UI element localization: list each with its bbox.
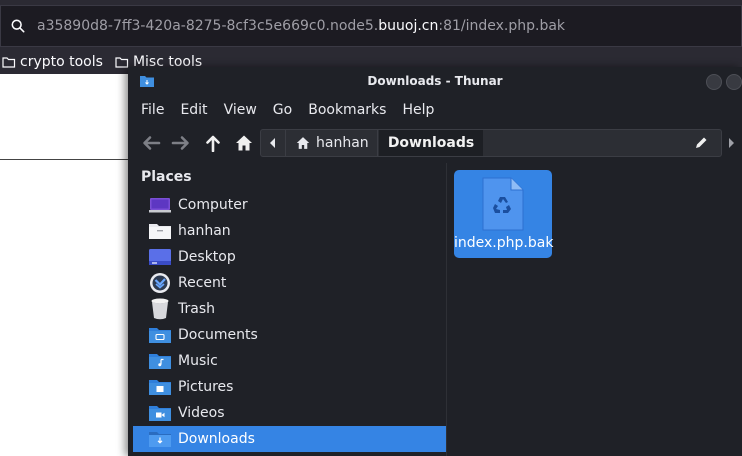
title-bar[interactable]: Downloads - Thunar [128,67,742,97]
downloads-folder-icon [149,428,171,450]
sidebar-item-downloads[interactable]: Downloads [133,426,446,452]
url-domain: buuoj.cn [378,18,439,34]
sidebar-item-music[interactable]: Music [133,348,446,374]
folder-icon [2,57,16,68]
sidebar-item-computer[interactable]: Computer [133,192,446,218]
trash-icon [149,298,171,320]
menu-bookmarks[interactable]: Bookmarks [300,102,394,118]
url-bar[interactable]: a35890d8-7ff3-420a-8275-8cf3c5e669c0.nod… [0,5,742,47]
sidebar-item-label: hanhan [178,223,231,239]
recent-icon [149,272,171,294]
file-view[interactable]: index.php.bak [447,163,742,456]
edit-location-button[interactable] [689,130,713,156]
sidebar-item-documents[interactable]: Documents [133,322,446,348]
home-button[interactable] [233,133,255,153]
url-subdomain: a35890d8-7ff3-420a-8275-8cf3c5e669c0.nod… [37,18,379,34]
sidebar-item-label: Pictures [178,379,234,395]
sidebar-item-desktop[interactable]: Desktop [133,244,446,270]
sidebar-item-pictures[interactable]: Pictures [133,374,446,400]
menu-edit[interactable]: Edit [172,102,215,118]
places-header: Places [141,169,192,185]
url-text[interactable]: a35890d8-7ff3-420a-8275-8cf3c5e669c0.nod… [37,18,565,34]
sidebar-item-label: Computer [178,197,248,213]
home-folder-icon [149,220,171,242]
chevron-right-icon [729,138,734,148]
arrow-left-icon [143,136,161,150]
path-bar: hanhan Downloads [260,129,722,157]
pictures-folder-icon [149,376,171,398]
breadcrumb-current[interactable]: Downloads [379,130,483,156]
bookmark-label: crypto tools [20,54,103,70]
sidebar: Places Computer hanhan Desktop Recent Tr… [133,163,446,456]
arrow-right-icon [171,136,189,150]
pencil-icon [696,137,707,148]
arrow-up-icon [206,135,220,152]
sidebar-item-trash[interactable]: Trash [133,296,446,322]
breadcrumb-home[interactable]: hanhan [286,130,378,156]
desktop-icon [149,246,171,268]
sidebar-item-label: Desktop [178,249,236,265]
videos-folder-icon [149,402,171,424]
menu-go[interactable]: Go [265,102,300,118]
search-icon [11,19,25,33]
file-item[interactable]: index.php.bak [454,170,554,258]
sidebar-item-label: Music [178,353,218,369]
sidebar-item-label: Downloads [178,431,255,447]
sidebar-item-label: Videos [178,405,225,421]
music-folder-icon [149,350,171,372]
path-scroll-right-button[interactable] [724,133,738,153]
sidebar-item-videos[interactable]: Videos [133,400,446,426]
sidebar-item-label: Trash [178,301,215,317]
sidebar-item-label: Documents [178,327,258,343]
home-icon [236,135,252,151]
breadcrumb-home-label: hanhan [316,135,369,151]
folder-icon [115,57,129,68]
path-scroll-left-button[interactable] [261,130,286,156]
menu-file[interactable]: File [128,102,172,118]
browser-chrome: a35890d8-7ff3-420a-8275-8cf3c5e669c0.nod… [0,0,742,74]
page-divider [0,159,128,160]
toolbar: hanhan Downloads [128,127,742,159]
home-icon [296,137,310,149]
backup-file-icon [482,177,524,231]
minimize-button[interactable] [706,74,722,90]
forward-button[interactable] [170,133,192,153]
up-button[interactable] [202,133,224,153]
sidebar-item-hanhan[interactable]: hanhan [133,218,446,244]
chevron-left-icon [270,138,275,148]
maximize-button[interactable] [726,74,742,90]
menu-bar: File Edit View Go Bookmarks Help [128,97,742,123]
thunar-window: Downloads - Thunar File Edit View Go Boo… [128,67,742,456]
computer-icon [149,194,171,216]
bookmark-folder-crypto-tools[interactable]: crypto tools [2,54,103,70]
sidebar-item-label: Recent [178,275,227,291]
window-title: Downloads - Thunar [367,74,503,88]
back-button[interactable] [140,133,162,153]
menu-help[interactable]: Help [394,102,442,118]
file-name: index.php.bak [454,235,554,251]
menu-view[interactable]: View [216,102,265,118]
documents-folder-icon [149,324,171,346]
sidebar-item-recent[interactable]: Recent [133,270,446,296]
url-path: :81/index.php.bak [438,18,566,34]
